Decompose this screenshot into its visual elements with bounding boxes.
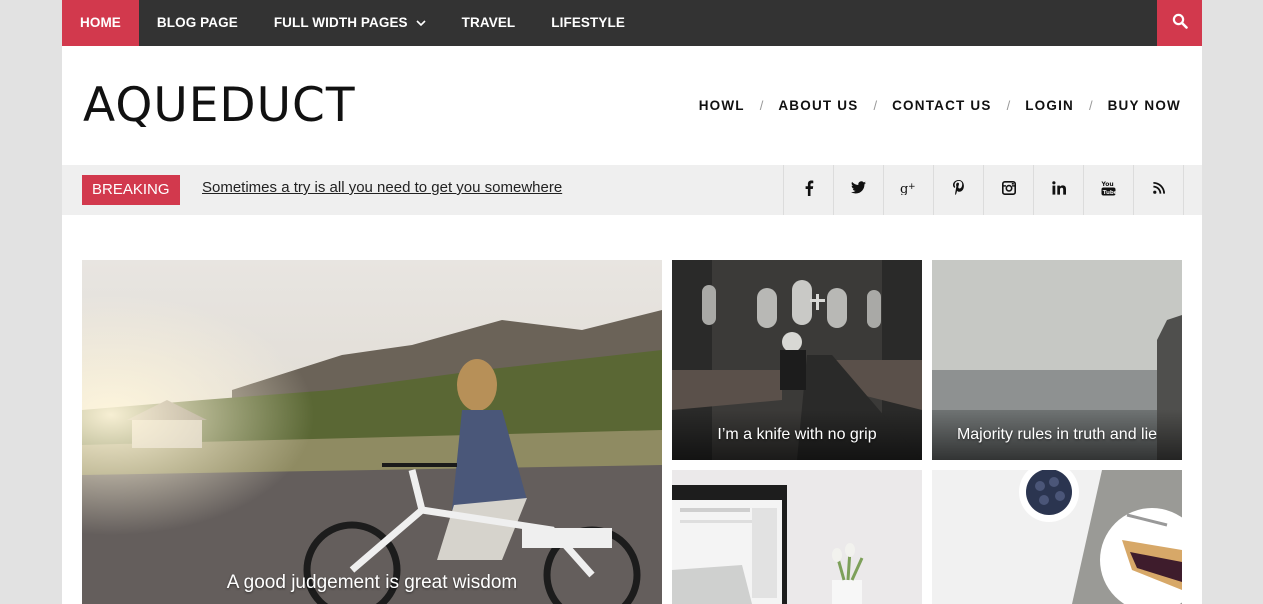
twitter-link[interactable] bbox=[833, 165, 883, 215]
featured-post-small-2[interactable]: Majority rules in truth and lie bbox=[932, 260, 1182, 460]
top-bar: HOME BLOG PAGE FULL WIDTH PAGES TRAVEL L… bbox=[62, 0, 1202, 46]
breaking-label: BREAKING bbox=[82, 175, 180, 205]
page: HOME BLOG PAGE FULL WIDTH PAGES TRAVEL L… bbox=[62, 0, 1202, 604]
header-navigation: HOWL / ABOUT US / CONTACT US / LOGIN / B… bbox=[699, 98, 1181, 113]
linkedin-link[interactable] bbox=[1033, 165, 1083, 215]
post-title: I’m a knife with no grip bbox=[672, 410, 922, 460]
svg-text:+: + bbox=[908, 182, 916, 192]
twitter-icon bbox=[851, 181, 866, 199]
top-navigation: HOME BLOG PAGE FULL WIDTH PAGES TRAVEL L… bbox=[62, 0, 1202, 46]
social-links: g + You Tube bbox=[783, 165, 1184, 215]
nav-separator: / bbox=[759, 98, 764, 113]
nav-item-full-width-pages[interactable]: FULL WIDTH PAGES bbox=[256, 0, 444, 46]
header-link-login[interactable]: LOGIN bbox=[1025, 98, 1074, 113]
nav-separator: / bbox=[1006, 98, 1011, 113]
pinterest-link[interactable] bbox=[933, 165, 983, 215]
youtube-icon: You Tube bbox=[1101, 180, 1118, 201]
breaking-news-bar: BREAKING Sometimes a try is all you need… bbox=[62, 165, 1202, 215]
nav-separator: / bbox=[873, 98, 878, 113]
nav-item-label: HOME bbox=[80, 15, 121, 30]
nav-item-home[interactable]: HOME bbox=[62, 0, 139, 46]
svg-text:You: You bbox=[1101, 181, 1114, 188]
featured-post-small-3[interactable] bbox=[672, 470, 922, 604]
site-logo[interactable]: AQUEDUCT bbox=[83, 80, 356, 132]
pinterest-icon bbox=[953, 180, 964, 200]
youtube-link[interactable]: You Tube bbox=[1083, 165, 1133, 215]
featured-image bbox=[82, 260, 662, 604]
nav-item-label: FULL WIDTH PAGES bbox=[273, 15, 408, 30]
nav-item-label: TRAVEL bbox=[461, 15, 516, 30]
chevron-down-icon bbox=[416, 0, 426, 46]
nav-item-label: LIFESTYLE bbox=[551, 15, 625, 30]
breaking-headline-link[interactable]: Sometimes a try is all you need to get y… bbox=[202, 179, 562, 196]
instagram-link[interactable] bbox=[983, 165, 1033, 215]
instagram-icon bbox=[1001, 180, 1016, 200]
featured-post-small-4[interactable] bbox=[932, 470, 1182, 604]
facebook-icon bbox=[804, 180, 814, 201]
nav-item-blog-page[interactable]: BLOG PAGE bbox=[139, 0, 256, 46]
svg-text:Tube: Tube bbox=[1103, 189, 1116, 195]
nav-item-label: BLOG PAGE bbox=[156, 15, 238, 30]
header-link-about-us[interactable]: ABOUT US bbox=[778, 98, 858, 113]
nav-separator: / bbox=[1088, 98, 1093, 113]
search-icon bbox=[1172, 13, 1188, 34]
featured-post-large[interactable]: A good judgement is great wisdom bbox=[82, 260, 662, 604]
linkedin-icon bbox=[1051, 180, 1066, 200]
post-title: A good judgement is great wisdom bbox=[226, 572, 518, 593]
nav-item-travel[interactable]: TRAVEL bbox=[444, 0, 534, 46]
search-button[interactable] bbox=[1157, 0, 1202, 46]
rss-icon bbox=[1152, 181, 1165, 199]
post-title: Majority rules in truth and lie bbox=[932, 410, 1182, 460]
google-plus-icon: g + bbox=[900, 181, 917, 200]
header-link-howl[interactable]: HOWL bbox=[699, 98, 745, 113]
featured-image bbox=[672, 470, 922, 604]
nav-item-lifestyle[interactable]: LIFESTYLE bbox=[533, 0, 643, 46]
featured-image bbox=[932, 470, 1182, 604]
rss-link[interactable] bbox=[1133, 165, 1184, 215]
featured-post-small-1[interactable]: I’m a knife with no grip bbox=[672, 260, 922, 460]
header-link-buy-now[interactable]: BUY NOW bbox=[1108, 98, 1181, 113]
google-plus-link[interactable]: g + bbox=[883, 165, 933, 215]
header-link-contact-us[interactable]: CONTACT US bbox=[892, 98, 992, 113]
facebook-link[interactable] bbox=[783, 165, 833, 215]
